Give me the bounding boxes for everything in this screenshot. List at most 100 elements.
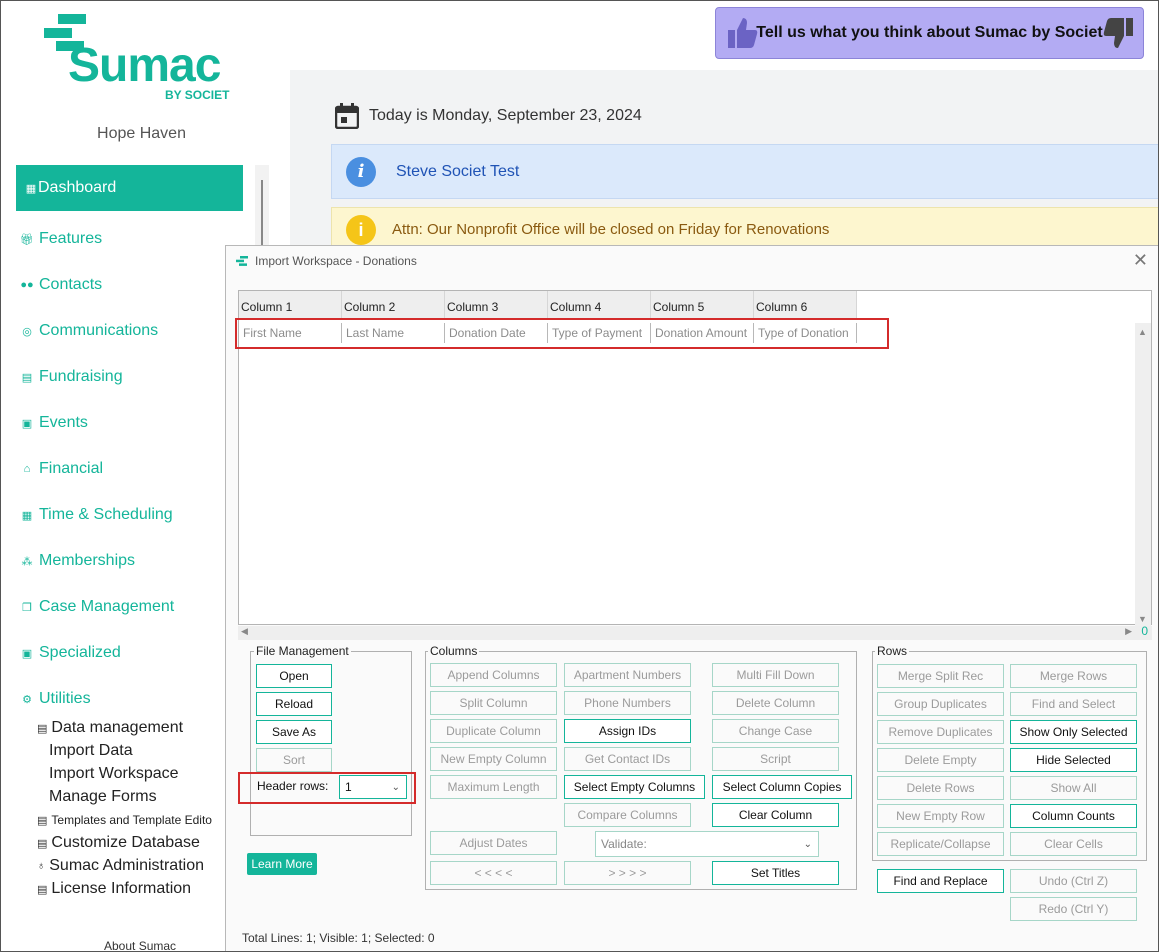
nav-item-contacts[interactable]: ●● Contacts	[20, 276, 102, 294]
script-button[interactable]: Script	[712, 747, 839, 771]
column-header[interactable]: Column 5	[651, 291, 754, 318]
nav-label: Dashboard	[38, 179, 117, 196]
info-message-text[interactable]: Steve Societ Test	[396, 163, 519, 181]
warning-message-text: Attn: Our Nonprofit Office will be close…	[392, 221, 830, 238]
save-as-button[interactable]: Save As	[256, 720, 332, 744]
sort-button[interactable]: Sort	[256, 748, 332, 772]
sub-item-templates[interactable]: ▤ Templates and Template Edito	[37, 813, 212, 827]
scroll-down-icon[interactable]: ▼	[1138, 614, 1147, 624]
grid-vertical-scrollbar[interactable]: ▲ ▼	[1135, 323, 1151, 626]
assign-ids-button[interactable]: Assign IDs	[564, 719, 691, 743]
case-management-icon: ❐	[22, 601, 32, 614]
sub-item-customize-database[interactable]: ▤ Customize Database	[37, 834, 200, 852]
clear-cells-button[interactable]: Clear Cells	[1010, 832, 1137, 856]
nav-item-features[interactable]: 🎁︎ Features	[20, 230, 102, 248]
nav-item-financial[interactable]: ⌂ Financial	[20, 460, 103, 478]
redo-button[interactable]: Redo (Ctrl Y)	[1010, 897, 1137, 921]
validate-select[interactable]: Validate: ⌄	[595, 831, 819, 857]
multi-fill-down-button[interactable]: Multi Fill Down	[712, 663, 839, 687]
column-header[interactable]: Column 6	[754, 291, 857, 318]
thumbs-up-icon[interactable]	[726, 16, 758, 57]
events-icon: ▣	[21, 417, 33, 430]
merge-split-rec-button[interactable]: Merge Split Rec	[877, 664, 1004, 688]
sub-item-manage-forms[interactable]: Manage Forms	[49, 788, 157, 806]
logo-text: Sumac	[68, 39, 221, 92]
duplicate-column-button[interactable]: Duplicate Column	[430, 719, 557, 743]
show-only-selected-button[interactable]: Show Only Selected	[1010, 720, 1137, 744]
apartment-numbers-button[interactable]: Apartment Numbers	[564, 663, 691, 687]
split-column-button[interactable]: Split Column	[430, 691, 557, 715]
thumbs-down-icon[interactable]	[1103, 16, 1135, 57]
close-icon[interactable]: ✕	[1133, 250, 1148, 271]
phone-numbers-button[interactable]: Phone Numbers	[564, 691, 691, 715]
nav-item-memberships[interactable]: ⁂ Memberships	[20, 552, 136, 570]
org-name: Hope Haven	[97, 125, 186, 142]
sub-item-sumac-administration[interactable]: ♁ Sumac Administration	[37, 857, 204, 875]
new-empty-row-button[interactable]: New Empty Row	[877, 804, 1004, 828]
adjust-dates-button[interactable]: Adjust Dates	[430, 831, 557, 855]
feedback-text: Tell us what you think about Sumac by So…	[756, 24, 1103, 41]
nav-item-utilities[interactable]: ⚙ Utilities	[20, 690, 91, 708]
file-management-label: File Management	[254, 644, 351, 658]
next-columns-button[interactable]: > > > >	[564, 861, 691, 885]
delete-empty-button[interactable]: Delete Empty	[877, 748, 1004, 772]
nav-label: Utilities	[39, 690, 91, 707]
info-icon: i	[346, 156, 376, 187]
sub-item-license-information[interactable]: ▤ License Information	[37, 880, 191, 898]
nav-item-dashboard[interactable]: ▦ Dashboard	[16, 165, 243, 211]
dialog-title-bar[interactable]: Import Workspace - Donations	[236, 254, 417, 268]
append-columns-button[interactable]: Append Columns	[430, 663, 557, 687]
column-header[interactable]: Column 3	[445, 291, 548, 318]
status-bar: Total Lines: 1; Visible: 1; Selected: 0	[242, 931, 435, 945]
grid-horizontal-scrollbar[interactable]: ◀ ▶ 0	[238, 624, 1152, 640]
column-header[interactable]: Column 4	[548, 291, 651, 318]
remove-duplicates-button[interactable]: Remove Duplicates	[877, 720, 1004, 744]
nav-item-specialized[interactable]: ▣ Specialized	[20, 644, 121, 662]
select-column-copies-button[interactable]: Select Column Copies	[712, 775, 852, 799]
scroll-up-icon[interactable]: ▲	[1138, 327, 1147, 337]
find-and-select-button[interactable]: Find and Select	[1010, 692, 1137, 716]
scroll-right-icon[interactable]: ▶	[1125, 626, 1132, 637]
import-workspace-dialog: Import Workspace - Donations ✕ Column 1 …	[225, 245, 1159, 952]
learn-more-button[interactable]: Learn More	[247, 853, 317, 875]
compare-columns-button[interactable]: Compare Columns	[564, 803, 691, 827]
feedback-banner[interactable]: Tell us what you think about Sumac by So…	[715, 7, 1144, 59]
nav-item-case-management[interactable]: ❐ Case Management	[20, 598, 174, 616]
memberships-icon: ⁂	[21, 555, 33, 568]
column-counts-button[interactable]: Column Counts	[1010, 804, 1137, 828]
replicate-collapse-button[interactable]: Replicate/Collapse	[877, 832, 1004, 856]
sub-item-data-management[interactable]: ▤ Data management	[37, 719, 183, 737]
maximum-length-button[interactable]: Maximum Length	[430, 775, 557, 799]
hide-selected-button[interactable]: Hide Selected	[1010, 748, 1137, 772]
column-header[interactable]: Column 2	[342, 291, 445, 318]
reload-button[interactable]: Reload	[256, 692, 332, 716]
get-contact-ids-button[interactable]: Get Contact IDs	[564, 747, 691, 771]
sidebar-scrollbar[interactable]	[255, 165, 269, 255]
sub-item-import-data[interactable]: Import Data	[49, 742, 133, 760]
set-titles-button[interactable]: Set Titles	[712, 861, 839, 885]
sumac-logo[interactable]: Sumac BY SOCIET	[44, 14, 244, 104]
database-icon: ▤	[37, 837, 48, 850]
find-and-replace-button[interactable]: Find and Replace	[877, 869, 1004, 893]
new-empty-column-button[interactable]: New Empty Column	[430, 747, 557, 771]
clear-column-button[interactable]: Clear Column	[712, 803, 839, 827]
select-empty-columns-button[interactable]: Select Empty Columns	[564, 775, 705, 799]
nav-item-time-scheduling[interactable]: ▦ Time & Scheduling	[20, 506, 173, 524]
previous-columns-button[interactable]: < < < <	[430, 861, 557, 885]
nav-item-communications[interactable]: ◎ Communications	[20, 322, 158, 340]
delete-column-button[interactable]: Delete Column	[712, 691, 839, 715]
about-sumac-link[interactable]: About Sumac	[104, 939, 176, 952]
sub-item-import-workspace[interactable]: Import Workspace	[49, 765, 179, 783]
undo-button[interactable]: Undo (Ctrl Z)	[1010, 869, 1137, 893]
scroll-left-icon[interactable]: ◀	[241, 626, 248, 637]
delete-rows-button[interactable]: Delete Rows	[877, 776, 1004, 800]
nav-item-fundraising[interactable]: ▤ Fundraising	[20, 368, 123, 386]
group-duplicates-button[interactable]: Group Duplicates	[877, 692, 1004, 716]
show-all-button[interactable]: Show All	[1010, 776, 1137, 800]
open-button[interactable]: Open	[256, 664, 332, 688]
change-case-button[interactable]: Change Case	[712, 719, 839, 743]
warning-icon: i	[346, 214, 376, 245]
column-header[interactable]: Column 1	[239, 291, 342, 318]
merge-rows-button[interactable]: Merge Rows	[1010, 664, 1137, 688]
nav-item-events[interactable]: ▣ Events	[20, 414, 88, 432]
